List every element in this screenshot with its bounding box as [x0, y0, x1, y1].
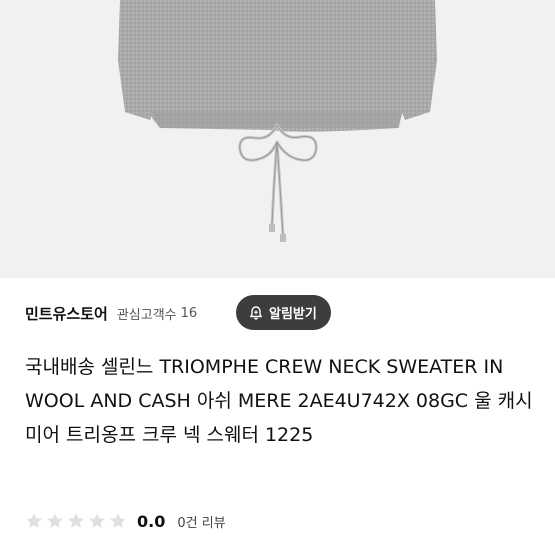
star-icon — [110, 513, 126, 528]
store-name[interactable]: 민트유스토어 — [25, 303, 108, 324]
product-image[interactable] — [0, 0, 555, 278]
store-row: 민트유스토어 관심고객수 16 알림받기 — [25, 295, 535, 331]
star-icon — [47, 513, 63, 528]
review-count[interactable]: 0건 리뷰 — [177, 512, 225, 531]
star-icon — [68, 513, 84, 528]
bell-plus-icon — [250, 305, 262, 320]
followers-count: 16 — [180, 305, 198, 321]
rating-stars — [25, 512, 130, 530]
alert-button-label: 알림받기 — [269, 307, 317, 322]
rating-score: 0.0 — [137, 511, 166, 531]
product-title: 국내배송 셀린느 TRIOMPHE CREW NECK SWEATER IN W… — [25, 356, 533, 446]
rating-row[interactable]: 0.0 0건 리뷰 — [25, 510, 226, 532]
star-icon — [89, 513, 105, 528]
alert-button[interactable]: 알림받기 — [236, 295, 331, 330]
star-icon — [26, 513, 42, 528]
sweater-image — [118, 0, 437, 242]
followers-label: 관심고객수 — [116, 307, 177, 323]
